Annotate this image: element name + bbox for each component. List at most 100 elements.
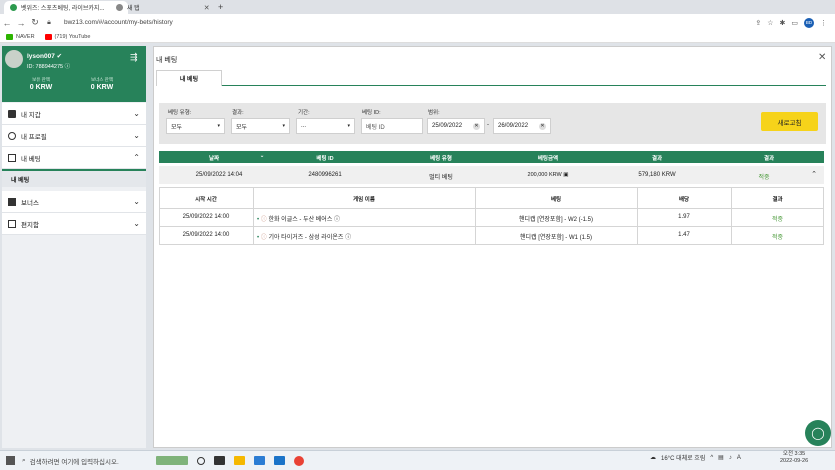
baseball-icon: ⚾︎ — [260, 235, 267, 241]
bets-icon — [8, 153, 16, 162]
taskbar-clock[interactable]: 오전 3:35 2022-09-26 — [780, 451, 808, 465]
date-from-input[interactable]: 25/09/2022 ✕ — [427, 118, 485, 134]
sidebar-subitem-my-bets[interactable]: 내 베팅 — [2, 171, 146, 187]
chevron-down-icon: ⌄ — [133, 197, 140, 206]
select-value: ... — [301, 123, 307, 129]
menu-icon[interactable]: ⋮ — [820, 19, 827, 27]
volume-icon[interactable]: ♪ — [729, 455, 732, 461]
bookmark-label: (719) YouTube — [54, 33, 91, 40]
info-icon[interactable]: ⓘ — [334, 217, 340, 223]
date-value: 25/09/2022 — [432, 123, 463, 129]
reload-icon[interactable]: ↻ — [28, 17, 42, 28]
date-value: 26/09/2022 — [498, 123, 529, 129]
live-dot-icon: • — [257, 235, 260, 241]
bet-type-select[interactable]: 모두 ▾ — [166, 118, 225, 134]
page-title: 내 베팅 — [156, 57, 178, 64]
close-icon[interactable]: ✕ — [818, 52, 826, 63]
chrome-taskbar-icon[interactable] — [294, 455, 304, 466]
bet-result: 적중 — [771, 217, 784, 223]
bet-id-label: 베팅 ID: — [362, 110, 381, 116]
bet-payout: 579,180 KRW — [638, 172, 676, 178]
bet-market: 핸디캡 [연장포함] - W2 (-1.5) — [519, 217, 593, 223]
network-icon[interactable]: ▤ — [718, 454, 724, 461]
clock-time: 오전 3:35 — [782, 451, 806, 457]
browser-tab-newtab[interactable]: 새 탭 ✕ — [110, 1, 216, 14]
sidebar-item-profile[interactable]: 내 프로필 ⌄ — [2, 125, 146, 147]
new-tab-button[interactable]: + — [218, 2, 223, 12]
sidebar-item-label: 편지함 — [21, 221, 39, 229]
period-label: 기간: — [298, 110, 310, 116]
result-select[interactable]: 모두 ▾ — [231, 118, 290, 134]
bookmark-star-icon[interactable]: ☆ — [767, 19, 773, 27]
forward-icon[interactable]: → — [14, 18, 28, 28]
share-icon[interactable]: ⇪ — [755, 19, 761, 27]
chevron-down-icon: ⌄ — [133, 109, 140, 118]
col-sub-result: 결과 — [772, 197, 783, 203]
bookmarks-bar: NAVER (719) YouTube — [0, 31, 835, 43]
taskbar-search[interactable]: ⌕ 검색하려면 여기에 입력하십시오. — [22, 454, 170, 468]
clear-icon[interactable]: ✕ — [473, 122, 480, 130]
balance-label: 보유 잔액 — [32, 77, 50, 82]
sidepanel-icon[interactable]: ▭ — [791, 19, 798, 27]
user-avatar — [5, 50, 23, 68]
info-icon[interactable]: ⓘ — [345, 235, 351, 241]
deposit-icon[interactable]: ⇶ — [130, 52, 138, 63]
tab-title: 새 탭 — [127, 6, 140, 12]
sidebar-item-wallet[interactable]: 내 지갑 ⌄ — [2, 103, 146, 125]
date-to-input[interactable]: 26/09/2022 ✕ — [493, 118, 551, 134]
address-bar[interactable]: bwz13.com/#/account/my-bets/history — [64, 19, 173, 26]
windows-start-icon[interactable] — [6, 456, 15, 465]
file-explorer-icon[interactable] — [234, 456, 245, 465]
search-placeholder: 검색하려면 여기에 입력하십시오. — [29, 458, 119, 466]
ime-icon[interactable]: A — [737, 455, 741, 461]
dropdown-arrow-icon: ▾ — [347, 123, 350, 129]
info-icon: ⓘ — [64, 64, 71, 70]
sidebar-item-mail[interactable]: 편지함 ⌄ — [2, 213, 146, 235]
sidebar-item-bets[interactable]: 내 베팅 ⌃ — [2, 147, 146, 169]
sidebar-item-bonus[interactable]: 보너스 ⌄ — [2, 191, 146, 213]
extensions-icon[interactable]: ✱ — [780, 19, 786, 27]
refresh-button[interactable]: 새로고침 — [761, 112, 818, 131]
profile-icon — [8, 131, 16, 140]
col-date[interactable]: 날짜 — [169, 154, 259, 162]
mail-app-icon[interactable] — [274, 456, 285, 465]
tab-title: 벳위즈: 스포츠베팅, 라이브카지... — [21, 6, 105, 12]
chat-button[interactable]: ◯ — [805, 420, 831, 446]
period-select[interactable]: ... ▾ — [296, 118, 355, 134]
bet-row[interactable]: 25/09/2022 14:04 2480996261 멀티 베팅 200,00… — [159, 166, 824, 184]
col-result: 결과 — [763, 156, 775, 162]
bet-type: 멀티 베팅 — [429, 175, 453, 181]
select-value: 모두 — [171, 124, 183, 131]
back-icon[interactable]: ← — [0, 18, 14, 28]
close-tab-icon[interactable]: ✕ — [204, 4, 210, 12]
bet-odds: 1.97 — [678, 214, 690, 220]
bet-id-input[interactable]: 베팅 ID — [361, 118, 423, 134]
dropdown-arrow-icon: ▾ — [282, 123, 285, 129]
tab-underline — [156, 85, 826, 86]
clear-icon[interactable]: ✕ — [539, 122, 546, 130]
bookmark-label: NAVER — [16, 33, 35, 40]
tab-my-bets[interactable]: 내 베팅 — [156, 70, 222, 86]
collapse-chevron-icon[interactable]: ⌃ — [809, 170, 819, 178]
result-label: 결과: — [232, 110, 244, 116]
bookmark-youtube[interactable]: (719) YouTube — [44, 33, 91, 40]
detail-row: 25/09/2022 14:00 • ⚾︎ 한화 이글스 - 두산 베어스 ⓘ … — [159, 209, 824, 227]
detail-row: 25/09/2022 14:00 • ⚾︎ 기아 타이거즈 - 삼성 라이온즈 … — [159, 227, 824, 245]
widgets-icon[interactable] — [214, 456, 225, 465]
col-bet: 베팅 — [550, 197, 562, 203]
task-view-icon[interactable] — [197, 456, 205, 465]
chrome-icon — [116, 4, 123, 11]
sort-chevron-icon[interactable]: ⌄ — [257, 153, 267, 159]
details-header: 시작 시간 게임 이름 베팅 배당 결과 — [159, 187, 824, 209]
store-icon[interactable] — [254, 456, 265, 465]
tray-chevron-icon[interactable]: ^ — [710, 455, 713, 461]
search-icon: ⌕ — [22, 456, 26, 464]
col-amount: 베팅금액 — [537, 156, 559, 162]
site-favicon-icon — [10, 4, 17, 11]
username: lyson007 ✔ — [27, 53, 63, 60]
profile-avatar[interactable]: BD — [804, 17, 814, 28]
range-label: 범위: — [428, 110, 440, 116]
weather-text: 16°C 대체로 흐림 — [661, 456, 706, 462]
bookmark-naver[interactable]: NAVER — [6, 33, 35, 40]
sidebar-item-label: 보너스 — [21, 199, 39, 207]
